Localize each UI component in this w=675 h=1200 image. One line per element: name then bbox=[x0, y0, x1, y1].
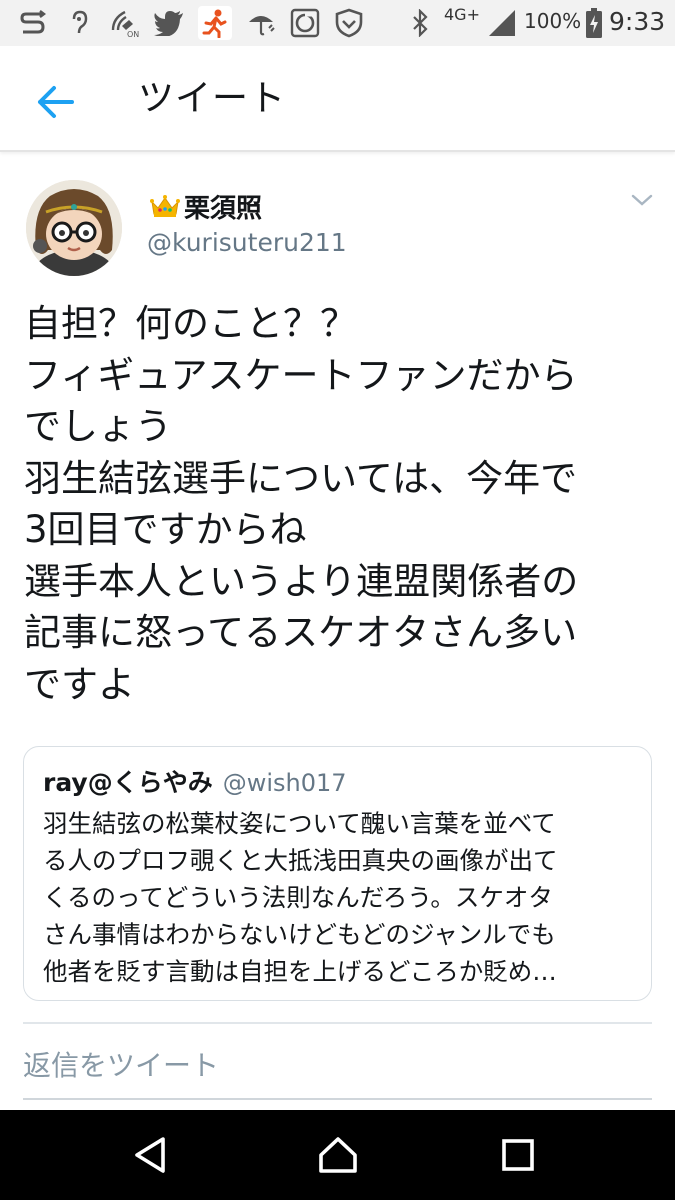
quoted-text-line: 羽生結弦の松葉杖姿について醜い言葉を並べて bbox=[43, 809, 556, 838]
quoted-tweet-text: 羽生結弦の松葉杖姿について醜い言葉を並べて る人のプロフ覗くと大抵浅田真央の画像… bbox=[43, 805, 643, 990]
tweet-text-line: 3回目ですからね bbox=[24, 508, 307, 551]
quoted-text-line: 他者を貶す言動は自担を上げるどころか貶め… bbox=[43, 957, 557, 986]
tweet-text-line: 選手本人というより連盟関係者の bbox=[24, 559, 579, 603]
tweet-text-line: 自担？何のこと？？ bbox=[24, 302, 357, 345]
crown-icon bbox=[150, 195, 180, 217]
bluetooth-icon bbox=[408, 6, 434, 40]
triangle-back-icon bbox=[135, 1137, 165, 1173]
quoted-text-line: る人のプロフ覗くと大抵浅田真央の画像が出て bbox=[43, 846, 558, 875]
tweet-text: 自担？何のこと？？ フィギュアスケートファンだから でしょう 羽生結弦選手につい… bbox=[24, 298, 664, 710]
tweet-text-line: フィギュアスケートファンだから bbox=[24, 353, 578, 397]
home-icon bbox=[319, 1137, 357, 1173]
tweet-menu-button[interactable] bbox=[626, 186, 658, 214]
running-app-icon bbox=[198, 6, 232, 40]
hearing-aid-icon bbox=[66, 6, 92, 40]
tweet-text-line: ですよ bbox=[24, 662, 135, 706]
quoted-author-name: ray@くらやみ bbox=[43, 768, 213, 797]
nav-back-button[interactable] bbox=[120, 1130, 180, 1180]
reply-input-underline bbox=[23, 1098, 652, 1100]
twitter-icon bbox=[152, 6, 186, 40]
quoted-tweet-header: ray@くらやみ @wish017 bbox=[43, 763, 347, 799]
chevron-down-icon bbox=[631, 194, 653, 206]
app-bar: ツイート bbox=[0, 46, 675, 152]
svg-text:ON: ON bbox=[127, 30, 139, 38]
quoted-text-line: さん事情はわからないけどもどのジャンルでも bbox=[43, 920, 556, 949]
nav-recents-button[interactable] bbox=[488, 1130, 548, 1180]
user-handle[interactable]: @kurisuteru211 bbox=[147, 228, 347, 257]
sync-icon bbox=[16, 6, 50, 40]
quoted-text-line: くるのってどういう法則なんだろう。スケオタ bbox=[43, 883, 553, 912]
umbrella-icon bbox=[244, 6, 278, 40]
display-name-text: 栗須照 bbox=[184, 193, 263, 224]
page-title: ツイート bbox=[138, 78, 287, 119]
quoted-author-handle: @wish017 bbox=[222, 769, 347, 797]
display-name[interactable]: 栗須照 bbox=[150, 188, 262, 224]
nav-home-button[interactable] bbox=[308, 1130, 368, 1180]
tweet-text-line: でしょう bbox=[24, 405, 172, 448]
shield-icon bbox=[332, 6, 366, 40]
clock: 9:33 bbox=[609, 7, 666, 36]
status-bar: ON 4G+ 100% 9:33 bbox=[0, 0, 675, 46]
system-nav-bar bbox=[0, 1110, 675, 1200]
arrow-left-icon bbox=[38, 86, 74, 118]
battery-icon bbox=[584, 6, 604, 40]
phone-manager-icon bbox=[288, 6, 322, 40]
reply-input[interactable]: 返信をツイート bbox=[23, 1044, 652, 1094]
network-type: 4G+ bbox=[444, 5, 480, 24]
battery-percent: 100% bbox=[524, 9, 582, 33]
tweet-detail-screen: ON 4G+ 100% 9:33 ツイート 栗須照 @kurisuteru211… bbox=[0, 0, 675, 1200]
tweet-text-line: 記事に怒ってるスケオタさん多い bbox=[24, 611, 578, 654]
recents-icon bbox=[502, 1139, 534, 1171]
divider bbox=[23, 1022, 652, 1024]
quoted-tweet-card[interactable]: ray@くらやみ @wish017 羽生結弦の松葉杖姿について醜い言葉を並べて … bbox=[23, 746, 652, 1001]
back-button[interactable] bbox=[24, 74, 88, 130]
avatar[interactable] bbox=[26, 180, 122, 276]
wifi-calling-icon: ON bbox=[108, 6, 142, 40]
tweet-text-line: 羽生結弦選手については、今年で bbox=[24, 456, 578, 500]
signal-icon bbox=[486, 6, 518, 40]
